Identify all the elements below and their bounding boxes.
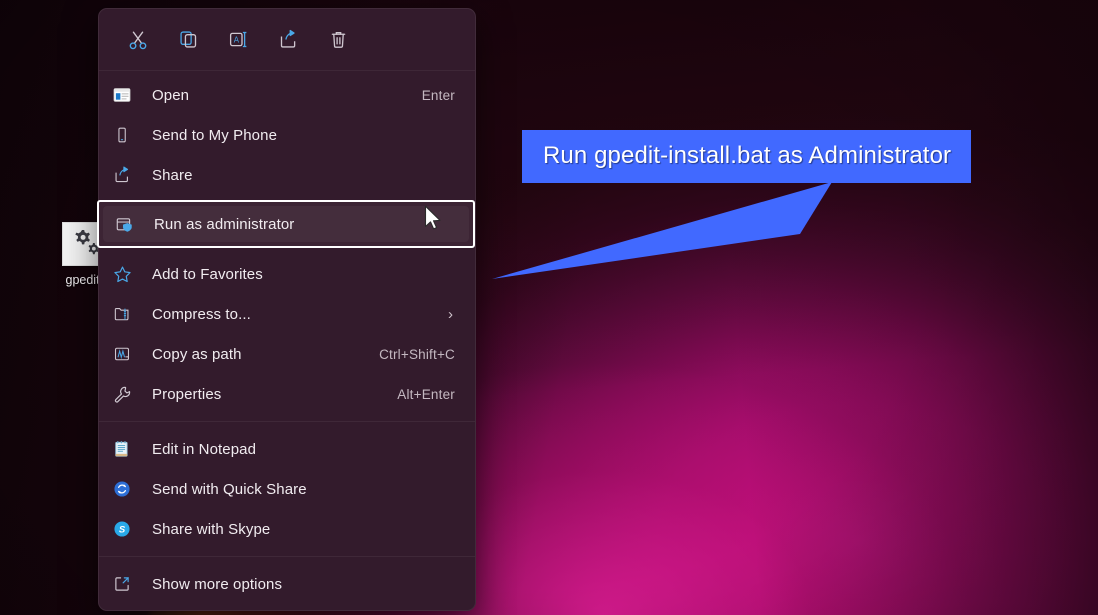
shield-window-icon	[115, 215, 143, 234]
context-menu-toolbar: A	[99, 9, 475, 71]
menu-item-accelerator: Ctrl+Shift+C	[379, 346, 455, 362]
menu-separator	[99, 556, 475, 557]
menu-item-label: Send with Quick Share	[152, 480, 307, 498]
svg-text:S: S	[119, 525, 126, 536]
expand-icon	[113, 575, 141, 593]
scissors-icon[interactable]	[113, 20, 163, 60]
menu-item-show-more-options[interactable]: Show more options	[99, 564, 475, 604]
menu-item-label: Copy as path	[152, 345, 242, 363]
menu-item-copy-as-path[interactable]: Copy as path Ctrl+Shift+C	[99, 334, 475, 374]
phone-icon	[113, 126, 141, 144]
menu-item-send-to-my-phone[interactable]: Send to My Phone	[99, 115, 475, 155]
svg-text:A: A	[233, 36, 239, 45]
menu-item-label: Share with Skype	[152, 520, 271, 538]
context-menu-group-3: Edit in Notepad Send with Quick Share S …	[99, 425, 475, 553]
context-menu[interactable]: A Open Enter Send to My Phone Share Add …	[97, 8, 476, 611]
menu-item-label: Show more options	[152, 575, 283, 593]
compress-folder-icon	[113, 305, 141, 323]
menu-item-share-with-skype[interactable]: S Share with Skype	[99, 509, 475, 549]
menu-item-label: Run as administrator	[154, 215, 295, 233]
context-menu-group-4: Show more options	[99, 560, 475, 608]
menu-item-label: Edit in Notepad	[152, 440, 257, 458]
menu-item-compress-to[interactable]: Compress to... ›	[99, 294, 475, 334]
menu-item-label: Compress to...	[152, 305, 251, 323]
desktop-background: gpedit-i Run gpedit-install.bat as Admin…	[0, 0, 1098, 615]
skype-icon: S	[113, 520, 141, 538]
chevron-right-icon: ›	[448, 305, 453, 323]
rename-icon[interactable]: A	[213, 20, 263, 60]
menu-item-edit-in-notepad[interactable]: Edit in Notepad	[99, 429, 475, 469]
menu-item-send-with-quick-share[interactable]: Send with Quick Share	[99, 469, 475, 509]
trash-icon[interactable]	[313, 20, 363, 60]
callout-annotation: Run gpedit-install.bat as Administrator	[492, 130, 972, 279]
mouse-cursor	[424, 205, 441, 230]
menu-item-label: Open	[152, 86, 190, 104]
callout-tail	[492, 182, 832, 279]
menu-item-label: Send to My Phone	[152, 126, 278, 144]
star-icon	[113, 265, 141, 284]
open-window-icon	[113, 86, 141, 104]
menu-item-label: Share	[152, 166, 193, 184]
menu-item-add-to-favorites[interactable]: Add to Favorites	[99, 254, 475, 294]
menu-item-properties[interactable]: Properties Alt+Enter	[99, 374, 475, 414]
menu-separator	[99, 421, 475, 422]
menu-item-run-as-administrator[interactable]: Run as administrator	[97, 200, 475, 248]
menu-item-accelerator: Alt+Enter	[397, 386, 455, 402]
context-menu-group-1: Open Enter Send to My Phone Share	[99, 71, 475, 199]
notepad-icon	[113, 440, 141, 458]
callout-text: Run gpedit-install.bat as Administrator	[522, 130, 972, 183]
menu-item-share[interactable]: Share	[99, 155, 475, 195]
share-arrow-icon	[113, 166, 141, 184]
share-icon[interactable]	[263, 20, 313, 60]
menu-item-label: Properties	[152, 385, 222, 403]
copy-icon[interactable]	[163, 20, 213, 60]
menu-item-accelerator: Enter	[421, 87, 455, 103]
wrench-icon	[113, 385, 141, 404]
menu-item-label: Add to Favorites	[152, 265, 263, 283]
menu-item-open[interactable]: Open Enter	[99, 75, 475, 115]
quick-share-icon	[113, 480, 141, 498]
copy-path-icon	[113, 345, 141, 363]
